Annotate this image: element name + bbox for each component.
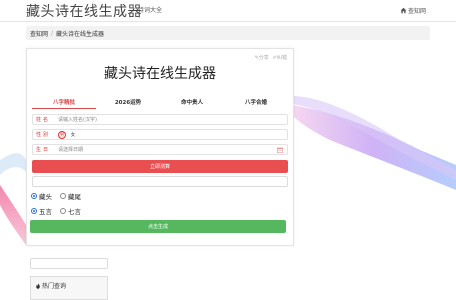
name-label: 姓名: [36, 117, 51, 123]
radio-tail[interactable]: [60, 193, 66, 199]
length-options: 五言 七言: [31, 206, 86, 216]
position-tail-option[interactable]: 藏尾: [60, 191, 81, 201]
length-five-label: 五言: [39, 208, 52, 216]
tab-fortune[interactable]: 2026运势: [96, 99, 160, 109]
tab-bar: 八字精批 2026运势 命中贵人 八字合婚: [32, 99, 288, 109]
length-five-option[interactable]: 五言: [31, 206, 52, 216]
tab-benefactor[interactable]: 命中贵人: [160, 99, 224, 109]
length-seven-option[interactable]: 七言: [60, 206, 81, 216]
gender-field: 性别 男 女: [32, 129, 288, 140]
hot-queries-panel: 热门查询: [30, 276, 108, 300]
gender-male-option[interactable]: 男: [58, 130, 66, 139]
calendar-icon[interactable]: [277, 147, 283, 153]
gender-female-option[interactable]: 女: [69, 131, 77, 139]
home-icon: [400, 7, 407, 14]
length-seven-label: 七言: [68, 208, 81, 216]
card-actions: ✎分享 ✐纠错: [255, 54, 287, 61]
breadcrumb-current: 藏头诗在线生成器: [56, 30, 105, 38]
position-tail-label: 藏尾: [68, 193, 81, 201]
hot-queries-label: 热门查询: [42, 283, 67, 290]
position-head-option[interactable]: 藏头: [31, 191, 52, 201]
radio-head[interactable]: [31, 193, 37, 199]
birth-field[interactable]: 生日 请选择日期: [32, 144, 288, 155]
position-head-label: 藏头: [39, 193, 52, 201]
top-navbar: 藏头诗在线生成器 诗词大全 查知网: [0, 0, 456, 22]
edit-label: 纠错: [276, 55, 287, 61]
birth-placeholder: 请选择日期: [58, 147, 84, 153]
share-button[interactable]: ✎分享: [255, 54, 269, 61]
birth-label: 生日: [36, 147, 51, 153]
hot-queries-title: 热门查询: [31, 277, 107, 290]
position-options: 藏头 藏尾: [31, 191, 86, 201]
breadcrumb-separator: /: [51, 29, 54, 37]
tab-bazi[interactable]: 八字精批: [32, 99, 96, 109]
radio-five[interactable]: [31, 208, 37, 214]
card-title: 藏头诗在线生成器: [104, 66, 216, 82]
breadcrumb: 查知网 / 藏头诗在线生成器: [26, 26, 430, 40]
edit-button[interactable]: ✐纠错: [273, 54, 287, 61]
tab-marriage[interactable]: 八字合婚: [224, 99, 288, 109]
generator-card: ✎分享 ✐纠错 藏头诗在线生成器 八字精批 2026运势 命中贵人 八字合婚 姓…: [26, 48, 294, 246]
home-link[interactable]: 查知网: [400, 6, 426, 15]
generate-button[interactable]: 点击生成: [30, 220, 286, 233]
calculate-button[interactable]: 立即测算: [32, 160, 288, 173]
site-title[interactable]: 藏头诗在线生成器: [26, 1, 142, 21]
gender-label: 性别: [36, 132, 51, 138]
name-field[interactable]: 姓名 请输入姓名(汉字): [32, 114, 288, 125]
home-link-label: 查知网: [407, 8, 426, 15]
radio-seven[interactable]: [60, 208, 66, 214]
share-label: 分享: [258, 55, 269, 61]
gender-options: 男 女: [58, 130, 77, 139]
flame-icon: [36, 282, 40, 289]
name-placeholder: 请输入姓名(汉字): [58, 117, 97, 123]
search-box[interactable]: [30, 258, 108, 269]
poem-input[interactable]: [32, 176, 288, 187]
breadcrumb-home[interactable]: 查知网: [30, 29, 48, 38]
nav-link-poems[interactable]: 诗词大全: [138, 5, 162, 14]
